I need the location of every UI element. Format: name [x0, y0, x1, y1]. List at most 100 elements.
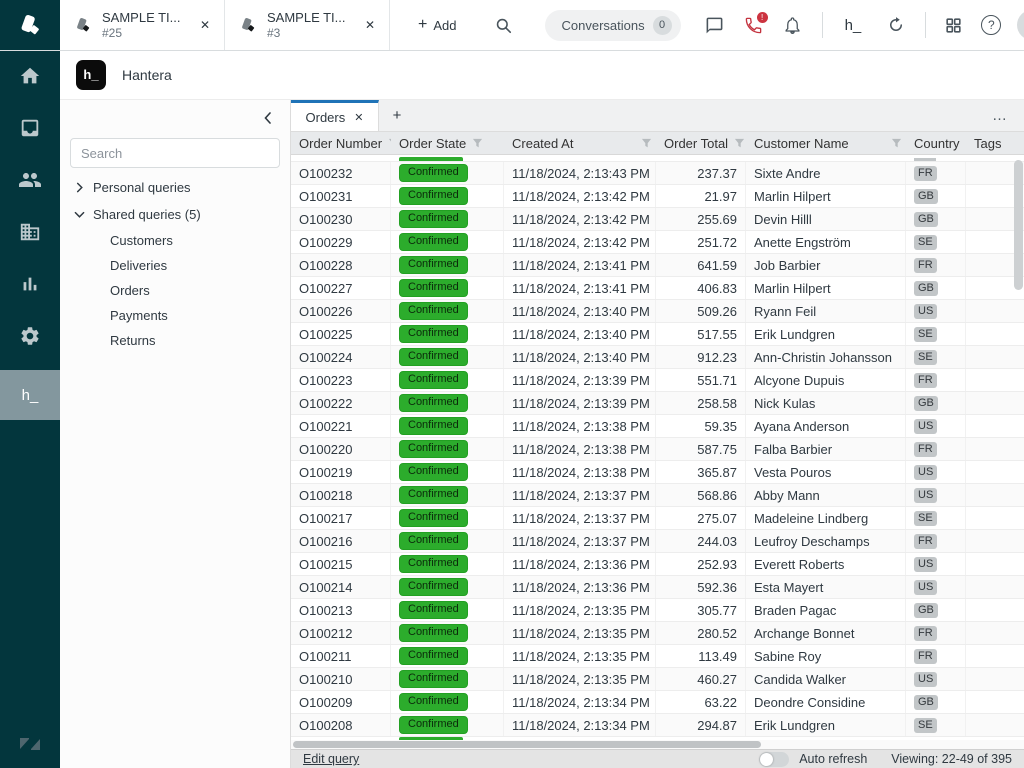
search-button[interactable]: [488, 15, 519, 36]
zendesk-logo[interactable]: [0, 0, 60, 50]
table-row[interactable]: O100222 Confirmed 11/18/2024, 2:13:39 PM…: [291, 392, 1024, 415]
table-row[interactable]: O100218 Confirmed 11/18/2024, 2:13:37 PM…: [291, 484, 1024, 507]
add-button[interactable]: + Add: [412, 16, 462, 34]
status-badge: Confirmed: [399, 555, 468, 573]
chat-button[interactable]: [705, 16, 724, 35]
table-row[interactable]: O100226 Confirmed 11/18/2024, 2:13:40 PM…: [291, 300, 1024, 323]
filter-icon[interactable]: [641, 138, 652, 149]
column-header-customer-name[interactable]: Customer Name: [746, 132, 906, 154]
horizontal-scrollbar-thumb[interactable]: [293, 741, 761, 748]
created-at-cell: 11/18/2024, 2:13:40 PM: [504, 300, 656, 322]
vertical-scrollbar[interactable]: [1014, 160, 1023, 730]
vertical-scrollbar-thumb[interactable]: [1014, 160, 1023, 290]
table-row[interactable]: O100208 Confirmed 11/18/2024, 2:13:34 PM…: [291, 714, 1024, 737]
sidebar-item-reporting[interactable]: [0, 258, 60, 310]
filter-icon[interactable]: [472, 138, 483, 149]
table-row[interactable]: O100225 Confirmed 11/18/2024, 2:13:40 PM…: [291, 323, 1024, 346]
sidebar-item-customers[interactable]: [0, 154, 60, 206]
table-row[interactable]: O100220 Confirmed 11/18/2024, 2:13:38 PM…: [291, 438, 1024, 461]
country-badge: FR: [914, 258, 937, 273]
table-row[interactable]: O100216 Confirmed 11/18/2024, 2:13:37 PM…: [291, 530, 1024, 553]
query-list-item[interactable]: Deliveries: [60, 253, 290, 278]
table-row[interactable]: O100214 Confirmed 11/18/2024, 2:13:36 PM…: [291, 576, 1024, 599]
sidebar-item-hantera[interactable]: h_: [0, 370, 60, 420]
status-badge: Confirmed: [399, 486, 468, 504]
query-list-item[interactable]: Payments: [60, 303, 290, 328]
order-number-cell: O100216: [291, 530, 391, 552]
overflow-menu-button[interactable]: …: [986, 106, 1014, 125]
table-row[interactable]: O100219 Confirmed 11/18/2024, 2:13:38 PM…: [291, 461, 1024, 484]
hantera-tray-button[interactable]: h_: [839, 16, 868, 35]
table-row[interactable]: O100228 Confirmed 11/18/2024, 2:13:41 PM…: [291, 254, 1024, 277]
zendesk-footer-logo[interactable]: [0, 720, 60, 768]
filter-icon[interactable]: [891, 138, 902, 149]
close-icon[interactable]: ✕: [196, 16, 214, 34]
ticket-tab[interactable]: SAMPLE TI... #3 ✕: [225, 0, 390, 50]
status-badge: Confirmed: [399, 233, 468, 251]
table-row[interactable]: O100217 Confirmed 11/18/2024, 2:13:37 PM…: [291, 507, 1024, 530]
customer-name-cell: Ryann Feil: [746, 300, 906, 322]
order-total-cell: 517.55: [656, 323, 746, 345]
products-grid-button[interactable]: [944, 16, 963, 35]
sidebar-item-organizations[interactable]: [0, 206, 60, 258]
table-row[interactable]: O100229 Confirmed 11/18/2024, 2:13:42 PM…: [291, 231, 1024, 254]
sidebar-item-home[interactable]: [0, 50, 60, 102]
horizontal-scrollbar[interactable]: [291, 740, 1024, 749]
table-row[interactable]: O100211 Confirmed 11/18/2024, 2:13:35 PM…: [291, 645, 1024, 668]
search-input[interactable]: [70, 138, 280, 168]
table-row[interactable]: O100221 Confirmed 11/18/2024, 2:13:38 PM…: [291, 415, 1024, 438]
query-list-item[interactable]: Orders: [60, 278, 290, 303]
order-total-cell: 592.36: [656, 576, 746, 598]
column-header-country[interactable]: Country: [906, 132, 966, 154]
customer-name-cell: Marlin Hilpert: [746, 277, 906, 299]
ticket-tab[interactable]: SAMPLE TI... #25 ✕: [60, 0, 225, 50]
order-total-cell: 252.93: [656, 553, 746, 575]
query-list-item[interactable]: Returns: [60, 328, 290, 353]
group-shared-queries[interactable]: Shared queries (5): [60, 201, 290, 228]
refresh-button[interactable]: [887, 16, 905, 34]
order-total-cell: 365.87: [656, 461, 746, 483]
table-row[interactable]: O100231 Confirmed 11/18/2024, 2:13:42 PM…: [291, 185, 1024, 208]
filter-icon[interactable]: [388, 138, 391, 149]
edit-query-link[interactable]: Edit query: [303, 752, 359, 766]
table-row[interactable]: O100215 Confirmed 11/18/2024, 2:13:36 PM…: [291, 553, 1024, 576]
table-row[interactable]: O100223 Confirmed 11/18/2024, 2:13:39 PM…: [291, 369, 1024, 392]
table-row[interactable]: O100224 Confirmed 11/18/2024, 2:13:40 PM…: [291, 346, 1024, 369]
collapse-panel-button[interactable]: [258, 108, 278, 128]
filter-icon[interactable]: [734, 138, 745, 149]
close-icon[interactable]: ✕: [361, 16, 379, 34]
phone-button[interactable]: !: [744, 16, 763, 35]
country-badge: US: [914, 557, 937, 572]
table-row[interactable]: O100212 Confirmed 11/18/2024, 2:13:35 PM…: [291, 622, 1024, 645]
column-header-order-number[interactable]: Order Number: [291, 132, 391, 154]
status-badge: Confirmed: [399, 164, 468, 182]
column-header-order-state[interactable]: Order State: [391, 132, 504, 154]
conversations-button[interactable]: Conversations 0: [545, 10, 680, 41]
customer-name-cell: Ann-Christin Johansson: [746, 346, 906, 368]
table-row[interactable]: O100227 Confirmed 11/18/2024, 2:13:41 PM…: [291, 277, 1024, 300]
tab-orders[interactable]: Orders ✕: [291, 100, 379, 131]
person-icon: [1020, 16, 1024, 40]
sidebar-item-admin[interactable]: [0, 310, 60, 362]
help-button[interactable]: ?: [981, 15, 1001, 35]
group-personal-queries[interactable]: Personal queries: [60, 174, 290, 201]
auto-refresh-toggle[interactable]: [759, 752, 789, 767]
avatar[interactable]: [1017, 10, 1024, 40]
close-icon[interactable]: ✕: [354, 111, 363, 124]
table-row[interactable]: O100230 Confirmed 11/18/2024, 2:13:42 PM…: [291, 208, 1024, 231]
clipped-status-badge: [399, 157, 463, 161]
order-state-cell: Confirmed: [391, 714, 504, 736]
column-header-tags[interactable]: Tags: [966, 132, 1024, 154]
table-row[interactable]: O100209 Confirmed 11/18/2024, 2:13:34 PM…: [291, 691, 1024, 714]
column-header-created-at[interactable]: Created At: [504, 132, 656, 154]
new-tab-button[interactable]: +: [379, 100, 415, 131]
table-row[interactable]: O100232 Confirmed 11/18/2024, 2:13:43 PM…: [291, 162, 1024, 185]
sidebar-item-views[interactable]: [0, 102, 60, 154]
customer-name-cell: Anette Engström: [746, 231, 906, 253]
country-badge: SE: [914, 327, 937, 342]
column-header-order-total[interactable]: Order Total: [656, 132, 746, 154]
query-list-item[interactable]: Customers: [60, 228, 290, 253]
notifications-button[interactable]: [783, 16, 802, 35]
table-row[interactable]: O100210 Confirmed 11/18/2024, 2:13:35 PM…: [291, 668, 1024, 691]
table-row[interactable]: O100213 Confirmed 11/18/2024, 2:13:35 PM…: [291, 599, 1024, 622]
